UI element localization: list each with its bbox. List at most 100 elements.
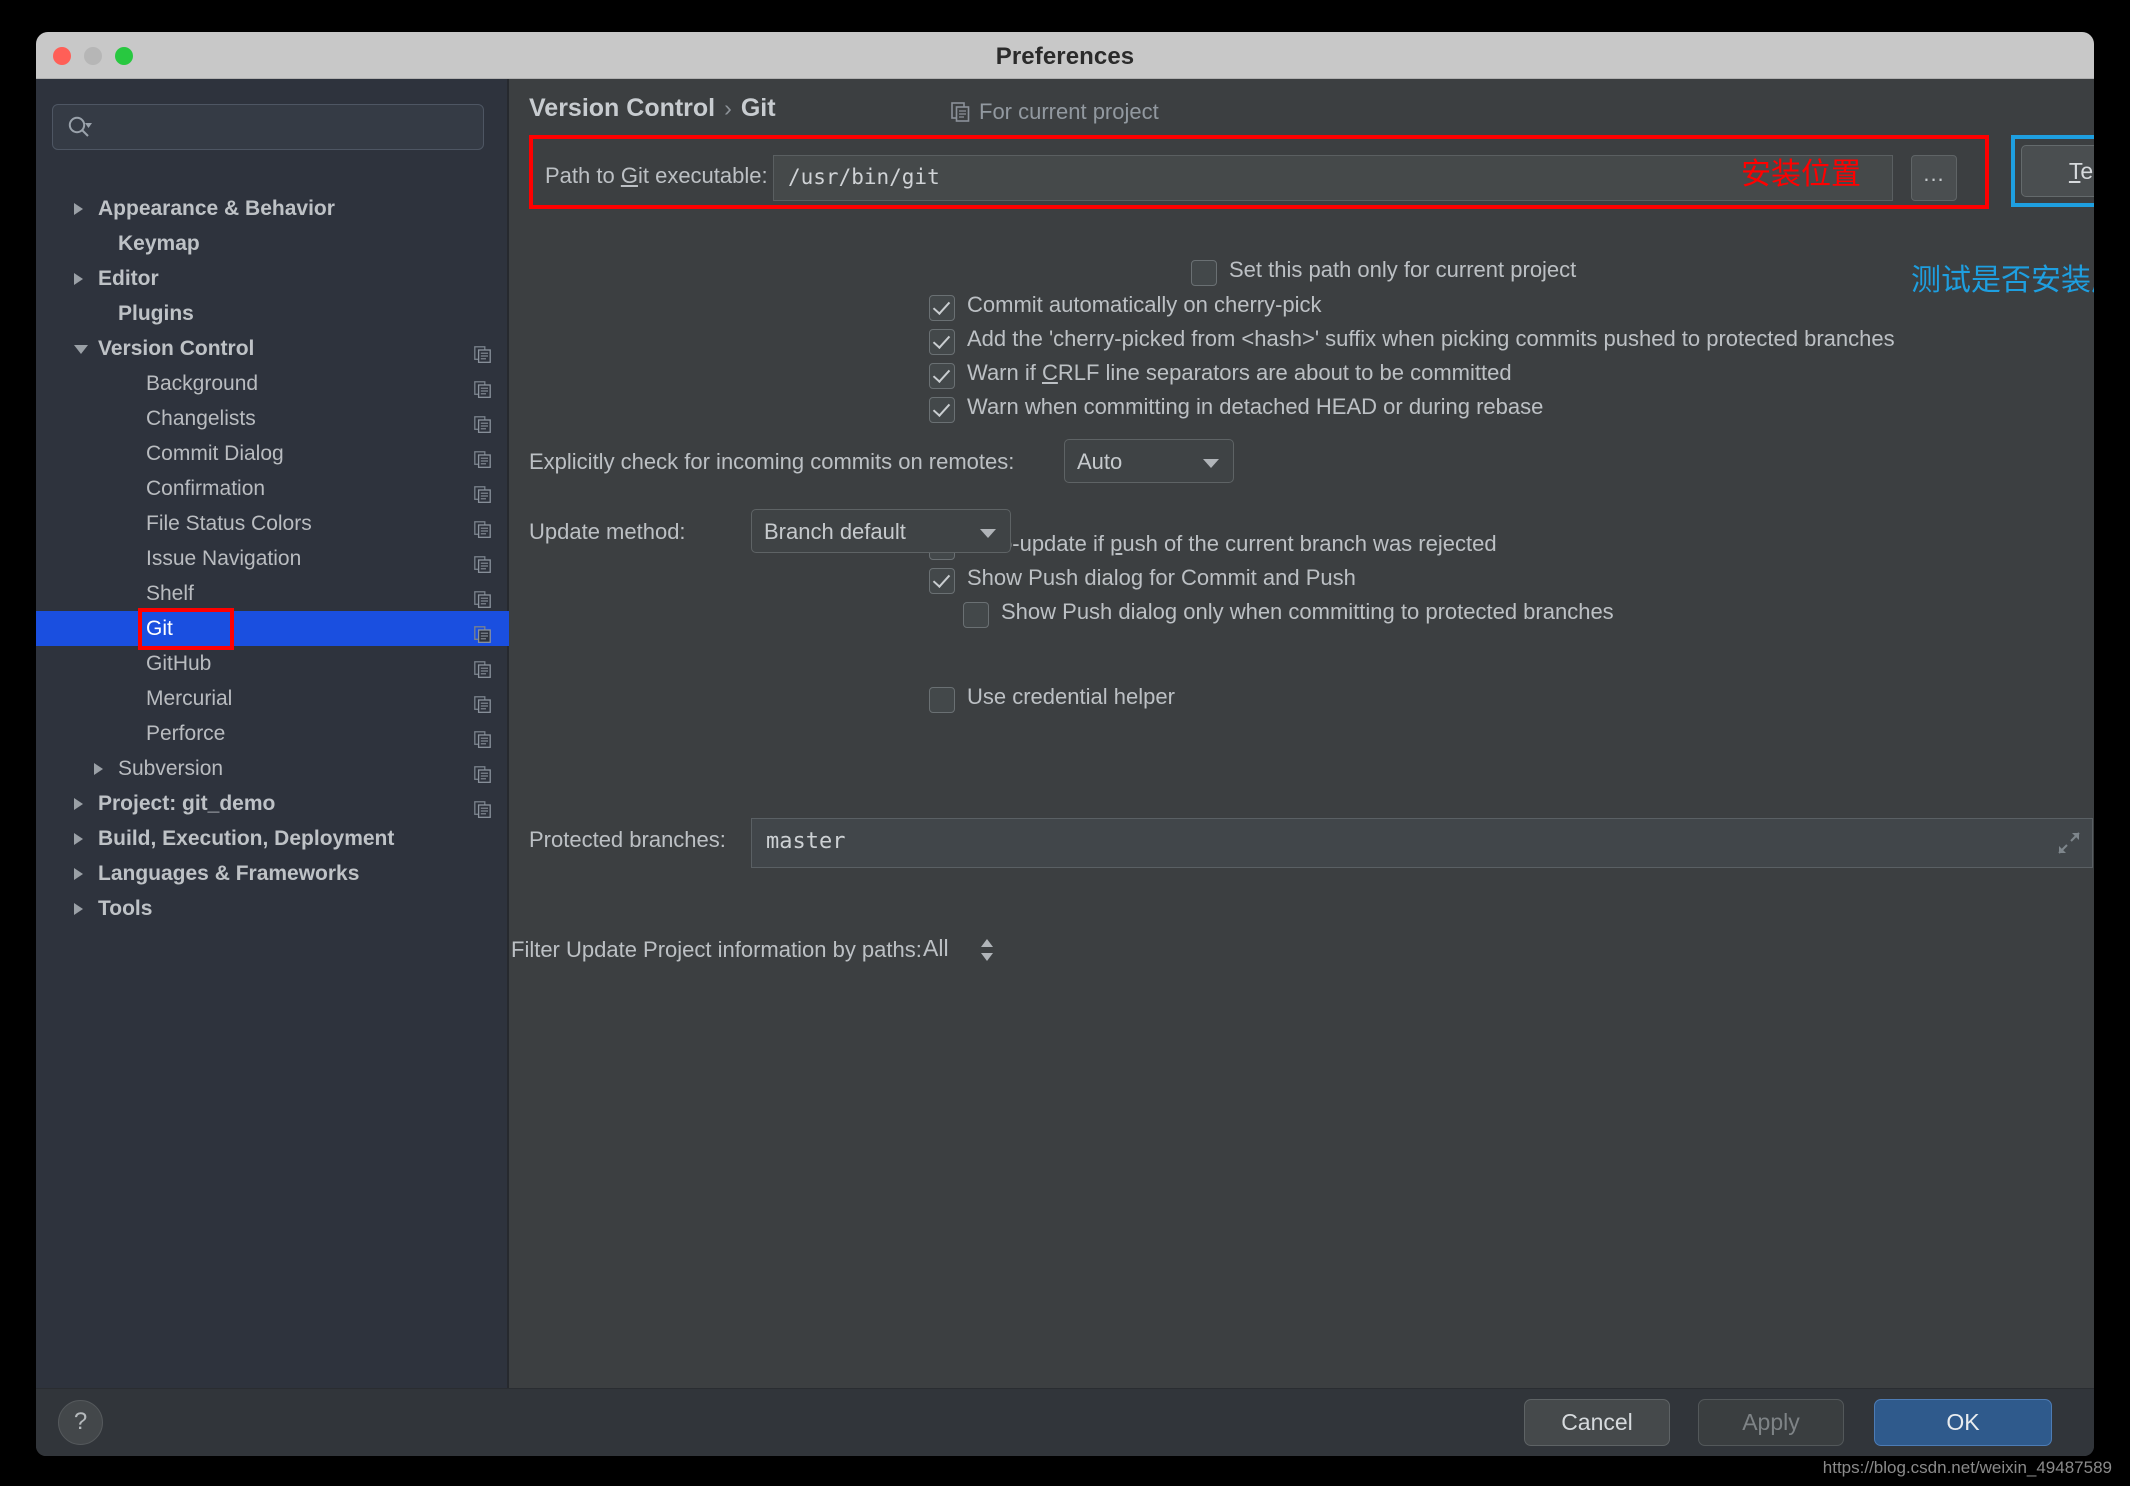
- sidebar-item-confirmation[interactable]: Confirmation: [36, 471, 509, 506]
- window-titlebar: Preferences: [36, 32, 2094, 79]
- copy-settings-icon[interactable]: [474, 481, 491, 503]
- screenshot-root: Preferences Appearance & Behavior Keymap E…: [0, 0, 2130, 1486]
- checkbox-commit-auto-cherry-pick[interactable]: [929, 295, 955, 321]
- sidebar-item-keymap[interactable]: Keymap: [36, 226, 509, 261]
- copy-settings-icon[interactable]: [474, 446, 491, 468]
- sidebar-item-changelists[interactable]: Changelists: [36, 401, 509, 436]
- test-label-mnemonic: T: [2068, 158, 2081, 184]
- copy-settings-icon[interactable]: [474, 341, 491, 363]
- watermark: https://blog.csdn.net/weixin_49487589: [1822, 1458, 2112, 1477]
- chevron-right-icon[interactable]: [74, 203, 83, 215]
- copy-settings-icon[interactable]: [474, 551, 491, 573]
- label-auto-update-push-rejected[interactable]: Auto-update if push of the current branc…: [967, 531, 1497, 557]
- incoming-commits-value: Auto: [1077, 449, 1123, 474]
- label-mnemonic: C: [1041, 360, 1058, 385]
- chevron-right-icon[interactable]: [74, 868, 83, 880]
- label-add-cherry-picked-suffix[interactable]: Add the 'cherry-picked from <hash>' suff…: [967, 326, 1895, 352]
- sidebar-item-subversion[interactable]: Subversion: [36, 751, 509, 786]
- checkbox-set-path-current-project[interactable]: [1191, 260, 1217, 286]
- chevron-right-icon[interactable]: [74, 798, 83, 810]
- sidebar-item-project-git-demo[interactable]: Project: git_demo: [36, 786, 509, 821]
- label-warn-detached-head[interactable]: Warn when committing in detached HEAD or…: [967, 394, 1543, 420]
- path-label-pre: Path to: [545, 163, 621, 188]
- copy-settings-icon[interactable]: [474, 411, 491, 433]
- test-button[interactable]: Test: [2021, 145, 2094, 197]
- copy-settings-icon[interactable]: [474, 621, 491, 643]
- search-input[interactable]: [52, 104, 484, 150]
- ok-button[interactable]: OK: [1874, 1399, 2052, 1446]
- copy-settings-icon[interactable]: [474, 656, 491, 678]
- sidebar-item-label: Tools: [98, 897, 153, 920]
- chevron-right-icon[interactable]: [74, 833, 83, 845]
- checkbox-add-cherry-picked-suffix[interactable]: [929, 329, 955, 355]
- sidebar-item-label: GitHub: [146, 652, 212, 675]
- cancel-button[interactable]: Cancel: [1524, 1399, 1670, 1446]
- sidebar-item-issue-navigation[interactable]: Issue Navigation: [36, 541, 509, 576]
- apply-button[interactable]: Apply: [1698, 1399, 1844, 1446]
- chevron-down-icon[interactable]: [74, 345, 88, 354]
- sidebar-item-label: Version Control: [98, 337, 255, 360]
- incoming-commits-select[interactable]: Auto: [1064, 439, 1234, 483]
- sidebar-item-version-control[interactable]: Version Control: [36, 331, 509, 366]
- sidebar-item-label: Project: git_demo: [98, 792, 276, 815]
- sidebar-item-mercurial[interactable]: Mercurial: [36, 681, 509, 716]
- sidebar-item-git[interactable]: Git: [36, 611, 509, 646]
- checkbox-use-credential-helper[interactable]: [929, 687, 955, 713]
- sidebar-item-tools[interactable]: Tools: [36, 891, 509, 926]
- update-method-select[interactable]: Branch default: [751, 509, 1011, 553]
- sidebar-item-appearance-behavior[interactable]: Appearance & Behavior: [36, 191, 509, 226]
- sidebar-item-languages-frameworks[interactable]: Languages & Frameworks: [36, 856, 509, 891]
- update-method-value: Branch default: [764, 519, 906, 544]
- sidebar-item-background[interactable]: Background: [36, 366, 509, 401]
- chevron-right-icon[interactable]: [94, 763, 103, 775]
- chevron-right-icon[interactable]: [74, 903, 83, 915]
- checkbox-warn-detached-head[interactable]: [929, 397, 955, 423]
- label-set-path-current-project[interactable]: Set this path only for current project: [1229, 257, 1576, 283]
- sidebar-item-label: Subversion: [118, 757, 224, 780]
- label-mnemonic: p: [1110, 531, 1123, 556]
- sidebar-item-label: Editor: [98, 267, 159, 290]
- copy-settings-icon[interactable]: [474, 376, 491, 398]
- sidebar-item-commit-dialog[interactable]: Commit Dialog: [36, 436, 509, 471]
- label-commit-auto-cherry-pick[interactable]: Commit automatically on cherry-pick: [967, 292, 1322, 318]
- chevron-right-icon[interactable]: [74, 273, 83, 285]
- sidebar-item-build-execution-deployment[interactable]: Build, Execution, Deployment: [36, 821, 509, 856]
- copy-settings-icon[interactable]: [474, 761, 491, 783]
- for-current-project-label: For current project: [979, 99, 1159, 124]
- checkbox-warn-crlf[interactable]: [929, 363, 955, 389]
- checkbox-show-push-dialog-protected[interactable]: [963, 602, 989, 628]
- copy-settings-icon[interactable]: [474, 726, 491, 748]
- incoming-commits-label: Explicitly check for incoming commits on…: [529, 449, 1015, 474]
- spinner-updown-icon[interactable]: [979, 937, 995, 963]
- copy-settings-icon[interactable]: [474, 516, 491, 538]
- copy-settings-icon[interactable]: [474, 691, 491, 713]
- sidebar-item-plugins[interactable]: Plugins: [36, 296, 509, 331]
- breadcrumb: Version Control › Git: [529, 94, 776, 123]
- sidebar-item-editor[interactable]: Editor: [36, 261, 509, 296]
- filter-paths-value[interactable]: All: [923, 935, 949, 962]
- sidebar-item-github[interactable]: GitHub: [36, 646, 509, 681]
- help-button[interactable]: ?: [58, 1400, 103, 1445]
- breadcrumb-parent[interactable]: Version Control: [529, 94, 715, 122]
- sidebar-item-perforce[interactable]: Perforce: [36, 716, 509, 751]
- checkbox-show-push-dialog[interactable]: [929, 568, 955, 594]
- expand-icon[interactable]: [2058, 832, 2080, 854]
- copy-settings-icon[interactable]: [474, 586, 491, 608]
- copy-settings-icon: [951, 102, 971, 128]
- copy-settings-icon[interactable]: [474, 796, 491, 818]
- breadcrumb-current: Git: [740, 94, 776, 122]
- path-to-git-input[interactable]: /usr/bin/git: [773, 155, 1893, 201]
- sidebar-item-file-status-colors[interactable]: File Status Colors: [36, 506, 509, 541]
- label-show-push-dialog[interactable]: Show Push dialog for Commit and Push: [967, 565, 1356, 591]
- breadcrumb-separator: ›: [724, 95, 732, 121]
- install-location-annotation: 安装位置: [1741, 157, 1861, 192]
- sidebar-item-shelf[interactable]: Shelf: [36, 576, 509, 611]
- update-method-label: Update method:: [529, 519, 686, 544]
- protected-branches-input[interactable]: master: [751, 818, 2093, 868]
- path-label-mnemonic: G: [620, 163, 638, 188]
- label-show-push-dialog-protected[interactable]: Show Push dialog only when committing to…: [1001, 599, 1614, 625]
- label-use-credential-helper[interactable]: Use credential helper: [967, 684, 1175, 710]
- label-warn-crlf[interactable]: Warn if CRLF line separators are about t…: [967, 360, 1512, 386]
- label-part-post: RLF line separators are about to be comm…: [1057, 360, 1512, 385]
- browse-path-button[interactable]: ...: [1911, 155, 1957, 201]
